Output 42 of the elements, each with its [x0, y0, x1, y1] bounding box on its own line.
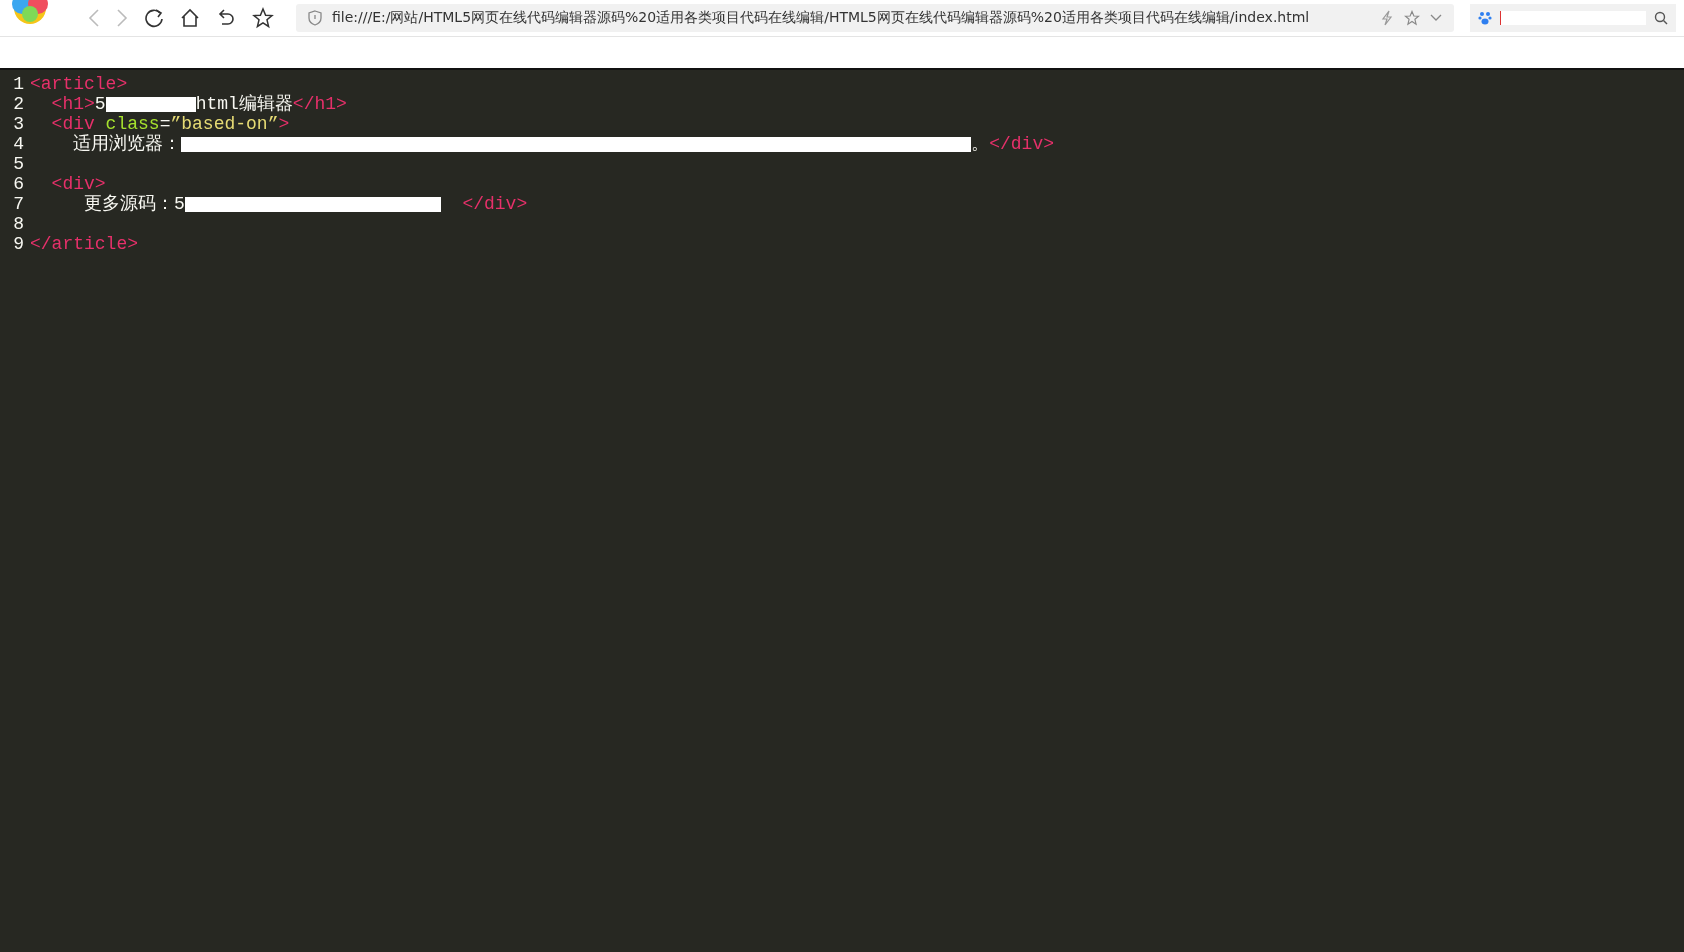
html-tag: </h1>	[292, 94, 347, 114]
line-number: 8	[12, 214, 25, 234]
star-icon[interactable]	[1404, 10, 1420, 26]
reload-icon[interactable]	[144, 8, 164, 28]
html-tag: <article>	[30, 74, 128, 94]
line-number: 6	[12, 174, 25, 194]
forward-icon[interactable]	[116, 9, 128, 27]
paw-icon	[1478, 11, 1492, 25]
line-number: 1	[12, 74, 25, 94]
code-text: 5	[94, 94, 106, 114]
search-icon[interactable]	[1654, 11, 1668, 25]
lightning-icon[interactable]	[1380, 10, 1394, 26]
line-number: 4	[12, 134, 25, 154]
star-icon[interactable]	[252, 7, 274, 29]
home-icon[interactable]	[180, 8, 200, 28]
line-number: 2	[12, 94, 25, 114]
undo-icon[interactable]	[216, 8, 236, 28]
back-icon[interactable]	[88, 9, 100, 27]
line-number: 3	[12, 114, 25, 134]
code-text: html编辑器	[195, 94, 293, 114]
shield-icon	[308, 10, 322, 26]
html-tag: >	[278, 114, 290, 134]
html-tag: <div	[30, 114, 95, 134]
code-editor[interactable]: 1 <article> 2 <h1>5 html编辑器</h1> 3 <div class=”based-on”> 4 适用浏览器： 。</div> 5 6 <div> 7 更多源码：5 </div> 8 9 </article>	[0, 70, 1684, 952]
url-text: file:///E:/网站/HTML5网页在线代码编辑器源码%20适用各类项目代码在线编辑/HTML5网页在线代码编辑器源码%20适用各类项目代码在线编辑/index.html	[332, 9, 1311, 27]
code-text: =	[159, 114, 171, 134]
code-text: 适用浏览器：	[72, 134, 182, 154]
html-tag: <h1>	[30, 94, 95, 114]
html-tag: </div>	[440, 194, 528, 214]
line-number: 9	[12, 234, 25, 254]
code-text: 。	[971, 134, 990, 154]
address-bar[interactable]: file:///E:/网站/HTML5网页在线代码编辑器源码%20适用各类项目代码在线编辑/HTML5网页在线代码编辑器源码%20适用各类项目代码在线编辑/index.html	[296, 4, 1454, 32]
html-tag: <div>	[30, 174, 106, 194]
attribute-value: ”based-on”	[170, 114, 279, 134]
html-tag: </div>	[989, 134, 1055, 154]
attribute-name: class	[104, 114, 160, 134]
search-field[interactable]	[1470, 4, 1676, 32]
chevron-down-icon[interactable]	[1430, 14, 1442, 22]
html-tag: </article>	[30, 234, 139, 254]
line-number: 7	[12, 194, 25, 214]
line-number: 5	[12, 154, 25, 174]
code-text: 更多源码：5	[83, 194, 185, 214]
